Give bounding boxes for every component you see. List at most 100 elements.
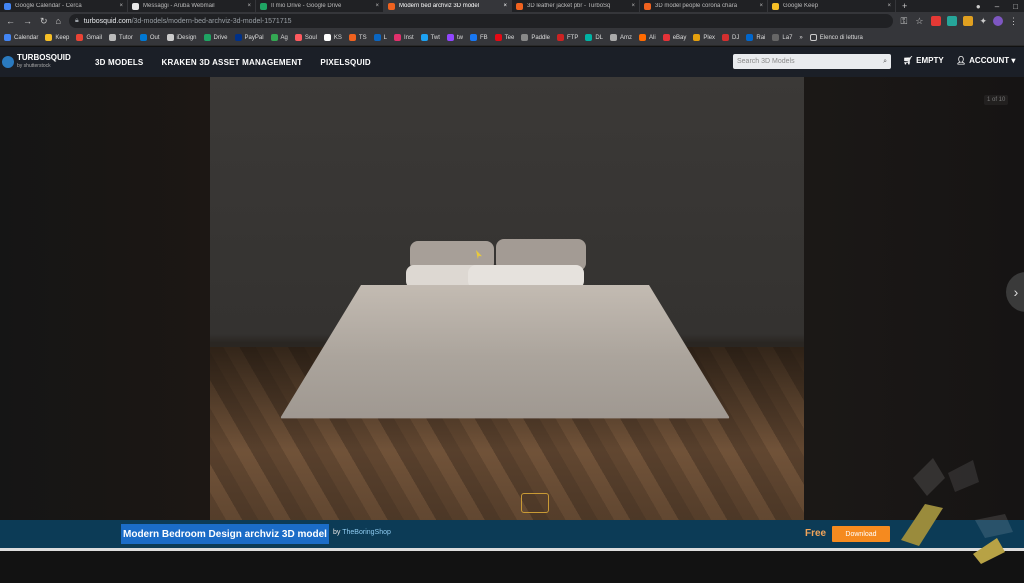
tab-close-icon[interactable]: × <box>887 3 891 9</box>
maximize-icon[interactable]: □ <box>1013 2 1018 11</box>
bookmark-label: eBay <box>672 34 687 41</box>
bookmark-favicon-icon <box>373 34 381 41</box>
download-button[interactable]: Download <box>832 526 890 542</box>
bookmark-item[interactable]: Gmail <box>76 34 102 41</box>
key-icon[interactable]: ⚿ <box>901 16 908 27</box>
puzzle-icon[interactable]: ✦ <box>979 16 987 27</box>
home-icon[interactable]: ⌂ <box>56 16 61 26</box>
bookmark-item[interactable]: Twt <box>420 34 440 41</box>
search-icon[interactable]: ⌕ <box>883 58 887 66</box>
bookmark-item[interactable]: Ali <box>639 34 656 41</box>
nav-3d-models[interactable]: 3D MODELS <box>86 58 152 67</box>
image-counter: 1 of 10 <box>984 95 1009 105</box>
extension-icon[interactable] <box>947 16 958 26</box>
nav-kraken[interactable]: KRAKEN 3D ASSET MANAGEMENT <box>152 58 311 67</box>
bookmark-favicon-icon <box>521 34 529 41</box>
nav-pixelsquid[interactable]: PIXELSQUID <box>311 58 379 67</box>
leaf-shape <box>975 514 1013 538</box>
next-image-button[interactable]: › <box>1006 272 1024 312</box>
url-field[interactable]: 🔒︎ turbosquid.com/3d-models/modern-bed-a… <box>68 14 893 28</box>
bookmark-item[interactable]: Calendar <box>4 34 38 41</box>
browser-tab[interactable]: 3D leather jacket pbr - TurboSq × <box>512 0 640 12</box>
bookmark-label: Twt <box>430 34 440 41</box>
cart-label: EMPTY <box>916 56 944 65</box>
bookmark-item[interactable]: Inst <box>393 34 414 41</box>
minimize-icon[interactable]: – <box>995 2 999 11</box>
browser-tab[interactable]: Modern bed archviz 3D model × <box>384 0 512 12</box>
bookmark-label: Ali <box>649 34 656 41</box>
thumbnail-selected[interactable] <box>521 493 549 513</box>
back-icon[interactable]: ← <box>6 16 15 26</box>
bookmark-item[interactable]: Amz <box>610 34 632 41</box>
tab-close-icon[interactable]: × <box>119 3 123 9</box>
bookmark-item[interactable]: iDesign <box>166 34 197 41</box>
tab-close-icon[interactable]: × <box>247 3 251 9</box>
search-input[interactable]: Search 3D Models ⌕ <box>733 54 891 69</box>
bookmark-label: DL <box>595 34 604 41</box>
new-tab-button[interactable]: + <box>896 0 913 12</box>
bookmark-item[interactable]: Ag <box>270 34 288 41</box>
cart-button[interactable]: 🛒︎ EMPTY <box>903 56 944 65</box>
bookmark-favicon-icon <box>323 34 331 41</box>
leaf-shape <box>948 460 979 492</box>
bookmark-item[interactable]: Drive <box>203 34 228 41</box>
bookmark-item[interactable]: L <box>373 34 387 41</box>
browser-tab[interactable]: Google Keep × <box>768 0 896 12</box>
bookmark-favicon-icon <box>772 34 780 41</box>
bookmark-item[interactable]: Tutor <box>109 34 133 41</box>
image-viewer[interactable]: 1 of 10 › <box>0 77 1024 520</box>
extension-icon[interactable] <box>931 16 942 26</box>
bookmark-item[interactable]: Soul <box>294 34 317 41</box>
bookmark-favicon-icon <box>746 34 754 41</box>
bookmark-star-icon[interactable]: ☆ <box>915 16 923 27</box>
bookmark-item[interactable]: Tee <box>494 34 514 41</box>
bookmark-item[interactable]: Plex <box>693 34 715 41</box>
bookmark-item[interactable]: KS <box>323 34 342 41</box>
menu-icon[interactable]: ⋮ <box>1009 16 1018 27</box>
tab-close-icon[interactable]: × <box>375 3 379 9</box>
bookmark-favicon-icon <box>270 34 278 41</box>
bookmark-item[interactable]: Keep <box>45 34 69 41</box>
bookmark-item[interactable]: Paddle <box>521 34 550 41</box>
bookmark-favicon-icon <box>494 34 502 41</box>
account-button[interactable]: 👤︎ ACCOUNT ▾ <box>956 56 1015 65</box>
site-header: TURBOSQUID by shutterstock 3D MODELS KRA… <box>0 47 1024 77</box>
profile-icon[interactable]: ● <box>976 2 981 11</box>
bookmarks-more-button[interactable]: » <box>799 35 802 41</box>
bookmark-favicon-icon <box>610 34 618 41</box>
bookmark-item[interactable]: FTP <box>557 34 578 41</box>
bookmark-favicon-icon <box>348 34 356 41</box>
tab-close-icon[interactable]: × <box>503 3 507 9</box>
tab-favicon-icon <box>516 2 523 10</box>
progress-line <box>0 548 1024 551</box>
bookmark-item[interactable]: TS <box>348 34 367 41</box>
tab-close-icon[interactable]: × <box>631 3 635 9</box>
bookmark-item[interactable]: La7 <box>772 34 792 41</box>
reload-icon[interactable]: ↻ <box>40 16 48 27</box>
tab-label: Modern bed archviz 3D model <box>399 3 480 9</box>
bookmark-item[interactable]: Rai <box>746 34 765 41</box>
bookmark-item[interactable]: tw <box>446 34 463 41</box>
tab-close-icon[interactable]: × <box>759 3 763 9</box>
bookmark-label: Ag <box>280 34 288 41</box>
bookmark-label: KS <box>333 34 342 41</box>
browser-tab[interactable]: 3D model people corona chara × <box>640 0 768 12</box>
author-link[interactable]: TheBoringShop <box>342 529 391 536</box>
avatar[interactable] <box>993 16 1003 26</box>
bookmark-item[interactable]: Out <box>139 34 160 41</box>
bookmark-item[interactable]: DL <box>585 34 603 41</box>
bookmark-label: tw <box>456 34 463 41</box>
bookmark-item[interactable]: FB <box>469 34 488 41</box>
leaf-shape <box>973 538 1005 564</box>
reading-list-button[interactable]: Elenco di lettura <box>809 34 863 41</box>
bookmark-label: FTP <box>567 34 579 41</box>
browser-tab[interactable]: Il mio Drive - Google Drive × <box>256 0 384 12</box>
turbosquid-logo[interactable]: TURBOSQUID by shutterstock <box>0 54 86 70</box>
extension-icon[interactable] <box>963 16 974 26</box>
bookmark-item[interactable]: eBay <box>662 34 687 41</box>
bookmark-item[interactable]: PayPal <box>234 34 264 41</box>
bookmark-item[interactable]: DJ <box>722 34 739 41</box>
browser-tab[interactable]: Google Calendar - Cerca × <box>0 0 128 12</box>
browser-tab[interactable]: Messaggi - Aruba Webmail × <box>128 0 256 12</box>
forward-icon[interactable]: → <box>23 16 32 26</box>
